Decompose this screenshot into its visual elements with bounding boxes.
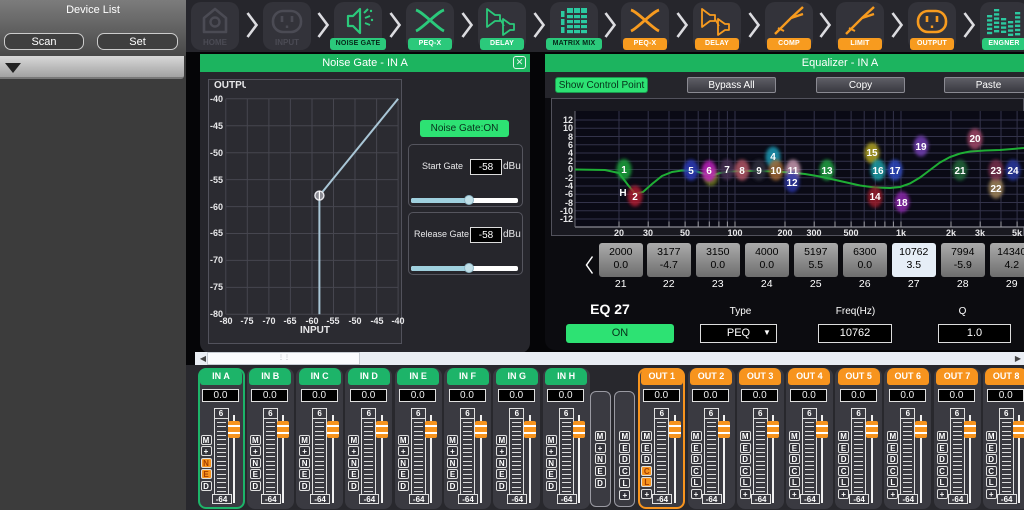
svg-text:24: 24 bbox=[1007, 166, 1019, 177]
svg-text:12: 12 bbox=[786, 178, 798, 189]
svg-text:11: 11 bbox=[788, 166, 799, 177]
svg-text:5: 5 bbox=[688, 166, 694, 177]
svg-text:4: 4 bbox=[770, 152, 776, 163]
svg-text:20: 20 bbox=[969, 134, 981, 145]
svg-text:H: H bbox=[619, 188, 626, 199]
svg-text:17: 17 bbox=[889, 166, 901, 177]
svg-text:6: 6 bbox=[706, 166, 712, 177]
svg-text:7: 7 bbox=[724, 165, 730, 176]
svg-text:8: 8 bbox=[739, 166, 745, 177]
svg-text:13: 13 bbox=[821, 166, 833, 177]
svg-text:18: 18 bbox=[896, 198, 908, 209]
svg-text:22: 22 bbox=[990, 184, 1002, 195]
svg-text:16: 16 bbox=[872, 166, 884, 177]
svg-text:19: 19 bbox=[915, 142, 927, 153]
svg-text:1: 1 bbox=[621, 165, 627, 176]
svg-text:15: 15 bbox=[866, 148, 878, 159]
svg-text:9: 9 bbox=[756, 166, 762, 177]
svg-text:14: 14 bbox=[869, 192, 881, 203]
svg-text:21: 21 bbox=[954, 166, 966, 177]
svg-text:2: 2 bbox=[632, 192, 638, 203]
svg-text:23: 23 bbox=[990, 166, 1002, 177]
svg-text:10: 10 bbox=[770, 166, 782, 177]
